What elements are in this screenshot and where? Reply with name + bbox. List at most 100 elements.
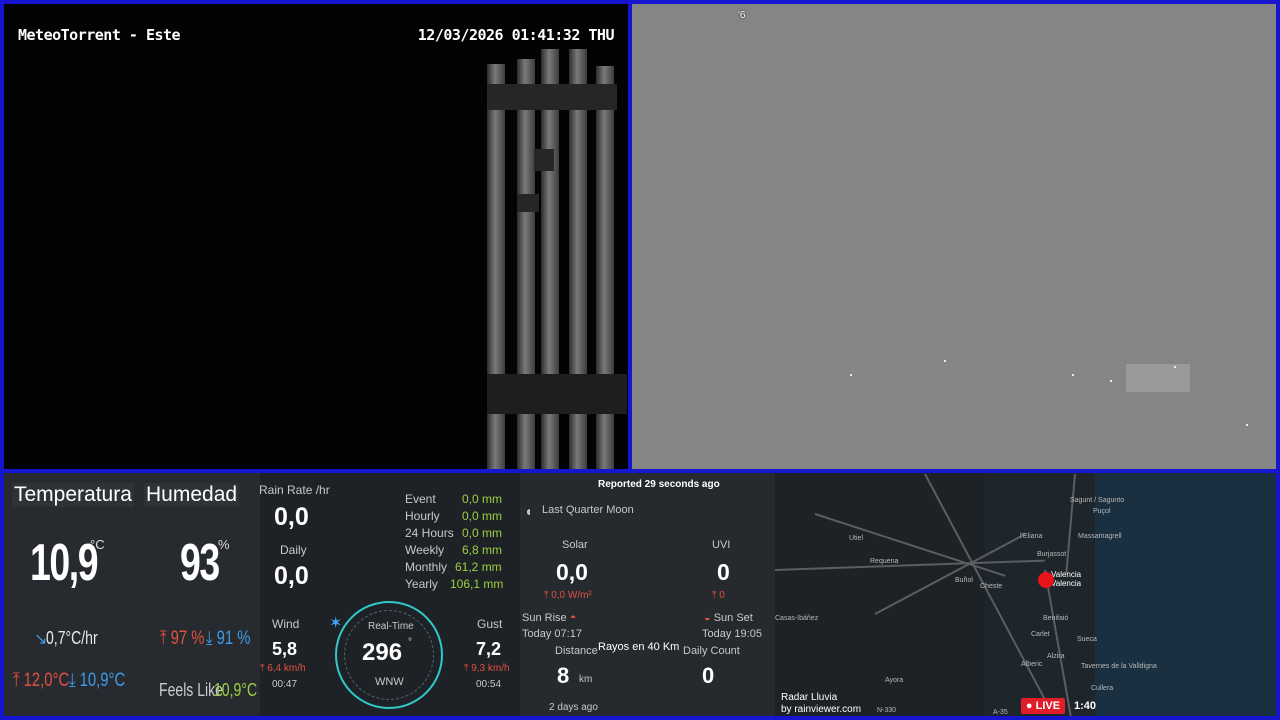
fence-bracket bbox=[534, 149, 554, 171]
map-city-label: Alberic bbox=[1021, 661, 1043, 668]
map-road-label: N-330 bbox=[877, 707, 897, 714]
gust-max: ⤒ 9,3 km/h bbox=[464, 663, 510, 674]
map-city-label: Massamagrell bbox=[1078, 533, 1122, 540]
light-speck bbox=[944, 360, 946, 362]
rain-row-value: 106,1 mm bbox=[450, 577, 504, 591]
map-city-label: Valencia bbox=[1051, 570, 1082, 579]
humidity-value: 93 bbox=[180, 534, 220, 592]
rain-rate-value: 0,0 bbox=[274, 503, 309, 531]
arrow-up-icon: ⤒ bbox=[544, 590, 549, 601]
map-city-label: Ayora bbox=[885, 677, 904, 684]
wind-direction-arrow-icon: ✶ bbox=[329, 615, 343, 632]
arrow-down-icon: ⤓ bbox=[206, 628, 213, 649]
rain-row-label: Weekly bbox=[405, 543, 445, 557]
arrow-up-icon: ⤒ bbox=[464, 663, 469, 674]
humidity-unit: % bbox=[218, 537, 230, 552]
camera-feed-sky: '6 bbox=[628, 0, 1280, 473]
wind-max: ⤒ 6,4 km/h bbox=[260, 663, 306, 674]
daily-count-label: Daily Count bbox=[683, 645, 740, 657]
light-speck bbox=[1246, 424, 1248, 426]
map-road-label: A-35 bbox=[993, 709, 1008, 716]
gust-max-time: 00:54 bbox=[476, 679, 502, 690]
temperature-header: Temperatura bbox=[12, 483, 134, 507]
temperature-value: 10,9 bbox=[30, 534, 99, 592]
map-city-label: Buñol bbox=[955, 577, 973, 584]
rain-daily-value: 0,0 bbox=[274, 562, 309, 590]
light-speck bbox=[1110, 380, 1112, 382]
rain-rate-label: Rain Rate /hr bbox=[259, 483, 330, 497]
radar-title: Radar Lluvia bbox=[781, 692, 838, 703]
map-city-label: Valencia bbox=[1051, 579, 1082, 588]
sunrise-icon: ◓ bbox=[569, 612, 577, 624]
temperature-low: ⤓ 10,9°C bbox=[69, 670, 126, 691]
rain-row-label: 24 Hours bbox=[405, 526, 454, 540]
fence-bracket bbox=[487, 84, 617, 110]
uvi-label: UVI bbox=[712, 539, 731, 551]
temperature-trend: 0,7°C/hr bbox=[46, 628, 98, 648]
rain-row-label: Yearly bbox=[405, 577, 438, 591]
map-city-label: Burjassot bbox=[1037, 551, 1067, 558]
light-glare bbox=[1126, 364, 1190, 392]
radar-map[interactable]: Sagunt / Sagunto Puçol l'Eliana Burjasso… bbox=[775, 473, 1276, 716]
rain-row-value: 0,0 mm bbox=[462, 526, 503, 540]
solar-label: Solar bbox=[562, 539, 588, 551]
map-city-label: l'Eliana bbox=[1020, 533, 1043, 540]
map-city-label: Benifaió bbox=[1043, 615, 1069, 622]
arrow-up-icon: ⤒ bbox=[13, 670, 20, 691]
map-city-label: Alzira bbox=[1047, 653, 1065, 660]
radar-time: 1:40 bbox=[1074, 700, 1097, 712]
last-strike-time: 2 days ago bbox=[549, 702, 598, 713]
radar-credit[interactable]: by rainviewer.com bbox=[781, 704, 861, 715]
wind-label: Wind bbox=[272, 617, 300, 631]
feels-like-value: 10,9°C bbox=[214, 680, 258, 700]
arrow-up-icon: ⤒ bbox=[712, 590, 717, 601]
map-city-label: Cullera bbox=[1091, 685, 1114, 692]
light-speck bbox=[850, 374, 852, 376]
moon-phase: Last Quarter Moon bbox=[542, 504, 634, 516]
map-city-label: Puçol bbox=[1093, 508, 1111, 515]
sunset-time: Today 19:05 bbox=[702, 628, 762, 640]
map-city-label: Sagunt / Sagunto bbox=[1070, 497, 1125, 504]
wind-cardinal: WNW bbox=[375, 676, 404, 688]
arrow-up-icon: ⤒ bbox=[260, 663, 265, 674]
distance-label: Distance bbox=[555, 645, 598, 657]
location-marker-icon[interactable] bbox=[1038, 572, 1054, 588]
arrow-up-icon: ⤒ bbox=[160, 628, 167, 649]
map-city-label: Tavernes de la Valldigna bbox=[1081, 663, 1157, 670]
rain-row-label: Monthly bbox=[405, 560, 448, 574]
solar-max: ⤒ 0,0 W/m² bbox=[544, 590, 592, 601]
light-speck bbox=[1072, 374, 1074, 376]
solar-value: 0,0 bbox=[556, 559, 588, 585]
camera-timestamp: 12/03/2026 01:41:32 THU bbox=[417, 26, 615, 44]
gust-value: 7,2 bbox=[476, 639, 502, 659]
map-city-label: Carlet bbox=[1031, 631, 1050, 638]
wind-value: 5,8 bbox=[272, 639, 298, 659]
sunset-label: ◒ Sun Set bbox=[704, 612, 753, 624]
gust-label: Gust bbox=[477, 617, 503, 631]
map-city-label: Sueca bbox=[1077, 636, 1097, 643]
map-city-label: Casas-Ibáñez bbox=[775, 615, 819, 622]
humidity-low: ⤓ 91 % bbox=[206, 628, 251, 649]
weather-dashboard: Temperatura 10,9 °C ↘ 0,7°C/hr ⤒ 12,0°C … bbox=[0, 469, 1280, 720]
rain-row-value: 0,0 mm bbox=[462, 492, 503, 506]
map-city-label: Utiel bbox=[849, 535, 864, 542]
coastal-plain bbox=[985, 473, 1095, 716]
live-badge[interactable]: ● LIVE bbox=[1021, 698, 1065, 714]
rain-row-label: Hourly bbox=[405, 509, 440, 523]
wind-direction-value: 296 bbox=[362, 639, 403, 666]
wind-direction-unit: ° bbox=[408, 637, 412, 648]
rain-row-value: 6,8 mm bbox=[462, 543, 503, 557]
fence-bracket bbox=[517, 194, 539, 212]
camera-label: '6 bbox=[738, 10, 746, 21]
temperature-unit: °C bbox=[90, 537, 105, 552]
fence-bracket bbox=[487, 374, 627, 414]
uvi-value: 0 bbox=[717, 559, 730, 585]
humidity-header: Humedad bbox=[144, 483, 240, 507]
rain-row-value: 61,2 mm bbox=[455, 560, 502, 574]
lightning-title: Rayos en 40 Km bbox=[598, 641, 680, 653]
camera-title: MeteoTorrent - Este bbox=[18, 26, 181, 44]
rain-row-label: Event bbox=[405, 492, 436, 506]
humidity-high: ⤒ 97 % bbox=[160, 628, 205, 649]
rain-daily-label: Daily bbox=[280, 543, 307, 557]
daily-count-value: 0 bbox=[702, 663, 715, 688]
